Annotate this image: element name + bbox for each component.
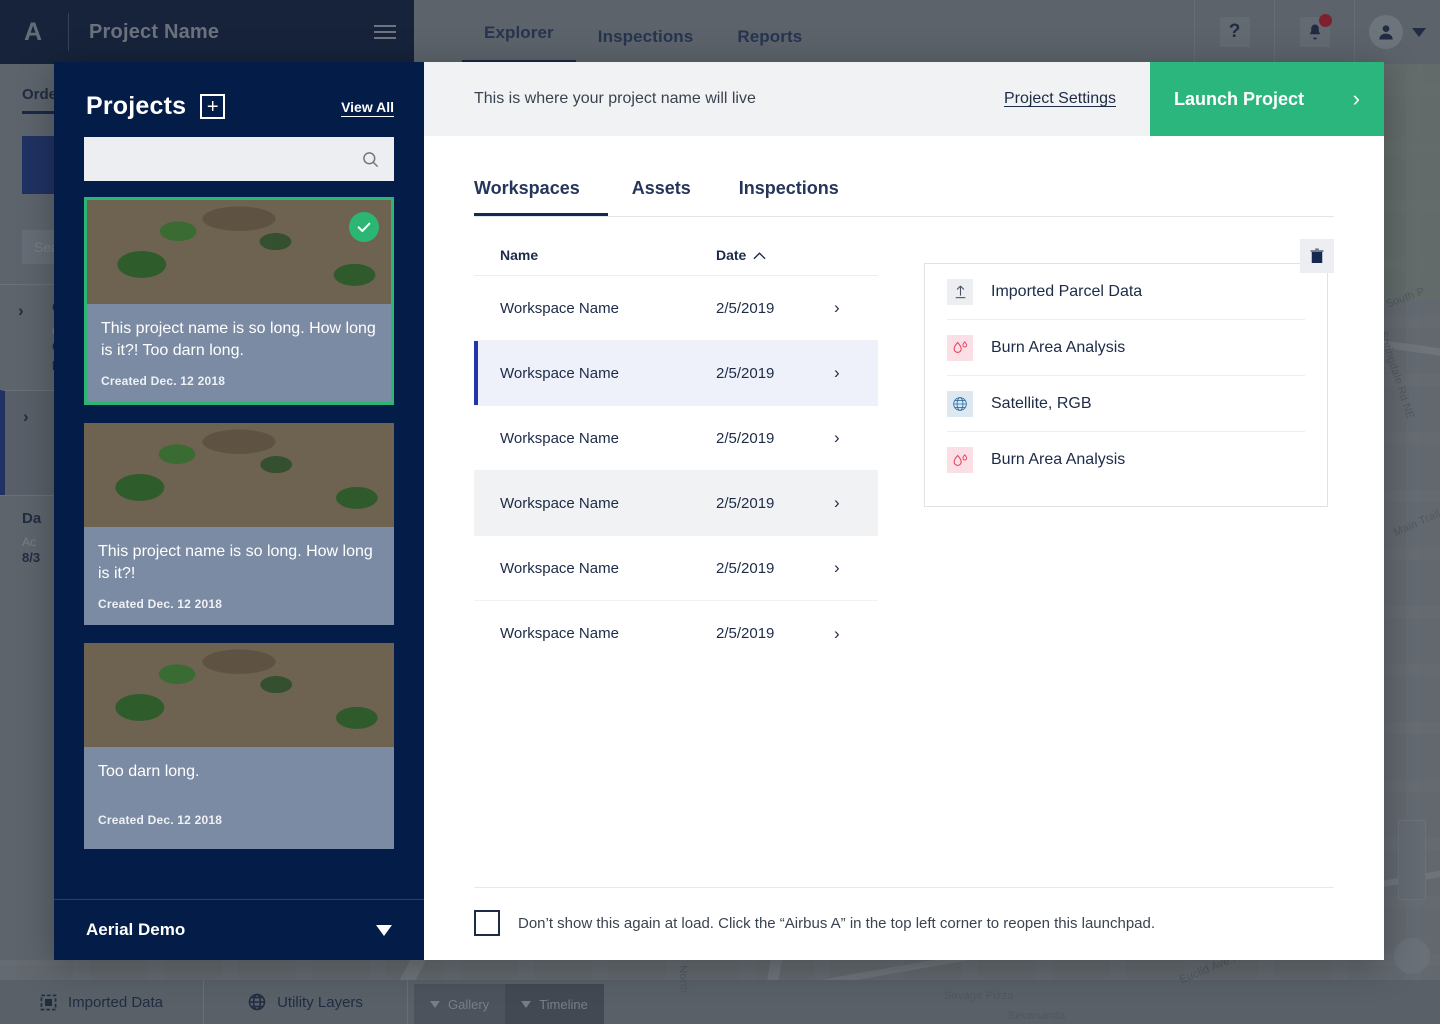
layer-label: Burn Area Analysis — [991, 451, 1126, 468]
workspace-name: Workspace Name — [500, 299, 619, 317]
workspace-date: 2/5/2019 — [716, 559, 775, 577]
layer-label: Satellite, RGB — [991, 394, 1092, 412]
table-header-row: Name Date — [474, 239, 878, 276]
project-card-name: This project name is so long. How long i… — [98, 543, 373, 583]
table-row[interactable]: Workspace Name 2/5/2019 › — [474, 341, 878, 406]
project-header-bar: This is where your project name will liv… — [424, 62, 1384, 136]
layer-item[interactable]: Satellite, RGB — [947, 376, 1305, 432]
column-header-date-label: Date — [716, 247, 747, 263]
layers-card: Imported Parcel Data Burn Area Analysis — [924, 263, 1328, 507]
project-thumbnail — [84, 643, 394, 748]
project-card[interactable]: This project name is so long. How long i… — [84, 197, 394, 406]
column-header-name[interactable]: Name — [500, 247, 716, 263]
project-thumbnail — [84, 423, 394, 528]
projects-card-list: This project name is so long. How long i… — [54, 181, 424, 899]
workspace-date: 2/5/2019 — [716, 429, 775, 447]
project-name-placeholder: This is where your project name will liv… — [474, 90, 756, 107]
project-card-body: This project name is so long. How long i… — [87, 304, 391, 403]
workspace-name: Workspace Name — [500, 494, 619, 512]
chevron-right-icon: › — [834, 558, 840, 577]
chevron-right-icon: › — [834, 298, 840, 317]
launchpad-tabs: Workspaces Assets Inspections — [424, 136, 1384, 217]
organization-name: Aerial Demo — [86, 920, 186, 939]
layer-label: Burn Area Analysis — [991, 338, 1126, 356]
chevron-right-icon: › — [834, 493, 840, 512]
workspace-date: 2/5/2019 — [716, 625, 775, 642]
selected-check-icon — [349, 212, 379, 242]
chevron-up-icon — [753, 251, 766, 259]
project-card-body: Too darn long. Created Dec. 12 2018 — [84, 747, 394, 850]
chevron-right-icon: › — [834, 363, 840, 382]
project-card[interactable]: This project name is so long. How long i… — [84, 423, 394, 626]
launch-project-label: Launch Project — [1174, 88, 1305, 109]
project-settings-link[interactable]: Project Settings — [1004, 62, 1150, 136]
project-thumbnail — [87, 200, 391, 304]
project-card-body: This project name is so long. How long i… — [84, 527, 394, 626]
project-card-date: Created Dec. 12 2018 — [101, 374, 226, 389]
trash-icon — [1310, 248, 1324, 263]
burn-droplet-icon — [947, 334, 973, 361]
workspace-name: Workspace Name — [500, 625, 619, 642]
project-card-name: This project name is so long. How long i… — [101, 320, 376, 360]
layer-item[interactable]: Burn Area Analysis — [947, 432, 1305, 488]
chevron-right-icon: › — [834, 428, 840, 447]
dont-show-again-checkbox[interactable] — [474, 910, 500, 936]
projects-search-field[interactable] — [84, 137, 394, 181]
workspace-date: 2/5/2019 — [716, 299, 775, 317]
chevron-right-icon: › — [1352, 86, 1360, 111]
workspaces-table: Name Date Workspace Name 2/5/2019 › Work… — [474, 217, 878, 887]
workspace-name: Workspace Name — [500, 429, 619, 447]
globe-icon — [947, 390, 973, 417]
layer-label: Imported Parcel Data — [991, 282, 1143, 300]
project-card-date: Created Dec. 12 2018 — [98, 597, 223, 612]
table-row[interactable]: Workspace Name 2/5/2019 › — [474, 471, 878, 536]
launchpad-main-panel: This is where your project name will liv… — [424, 62, 1384, 960]
workspace-date: 2/5/2019 — [716, 494, 775, 512]
table-row[interactable]: Workspace Name 2/5/2019 › — [474, 601, 878, 666]
dont-show-again-label: Don’t show this again at load. Click the… — [518, 914, 1156, 932]
chevron-right-icon: › — [834, 623, 840, 643]
project-card-name: Too darn long. — [98, 763, 200, 781]
table-row[interactable]: Workspace Name 2/5/2019 › — [474, 276, 878, 341]
launch-project-button[interactable]: Launch Project › — [1150, 62, 1384, 136]
organization-selector[interactable]: Aerial Demo — [54, 899, 424, 960]
view-all-link[interactable]: View All — [341, 99, 394, 115]
tab-inspections[interactable]: Inspections — [715, 178, 863, 217]
column-header-date[interactable]: Date — [716, 247, 834, 263]
table-row[interactable]: Workspace Name 2/5/2019 › — [474, 536, 878, 601]
chevron-down-icon — [376, 924, 392, 936]
projects-sidebar: Projects + View All This project name is… — [54, 62, 424, 960]
upload-icon — [947, 278, 973, 305]
projects-title: Projects — [86, 92, 187, 120]
project-card[interactable]: Too darn long. Created Dec. 12 2018 — [84, 643, 394, 850]
burn-droplet-icon — [947, 447, 973, 473]
layer-item[interactable]: Burn Area Analysis — [947, 320, 1305, 376]
layer-item[interactable]: Imported Parcel Data — [947, 264, 1305, 320]
launchpad-footer: Don’t show this again at load. Click the… — [474, 887, 1334, 960]
add-project-button[interactable]: + — [200, 94, 226, 119]
table-row[interactable]: Workspace Name 2/5/2019 › — [474, 406, 878, 471]
launchpad-body: Name Date Workspace Name 2/5/2019 › Work… — [424, 217, 1384, 887]
projects-sidebar-header: Projects + View All — [54, 62, 424, 137]
tab-workspaces[interactable]: Workspaces — [474, 178, 608, 217]
tab-assets[interactable]: Assets — [608, 178, 715, 217]
projects-search-input[interactable] — [98, 151, 361, 167]
delete-workspace-button[interactable] — [1300, 239, 1334, 273]
workspace-date: 2/5/2019 — [716, 364, 775, 382]
workspace-name: Workspace Name — [500, 559, 619, 577]
search-icon — [363, 151, 379, 167]
workspace-name: Workspace Name — [500, 364, 619, 382]
project-card-date: Created Dec. 12 2018 — [98, 813, 223, 828]
project-launchpad-modal: Projects + View All This project name is… — [54, 62, 1384, 960]
